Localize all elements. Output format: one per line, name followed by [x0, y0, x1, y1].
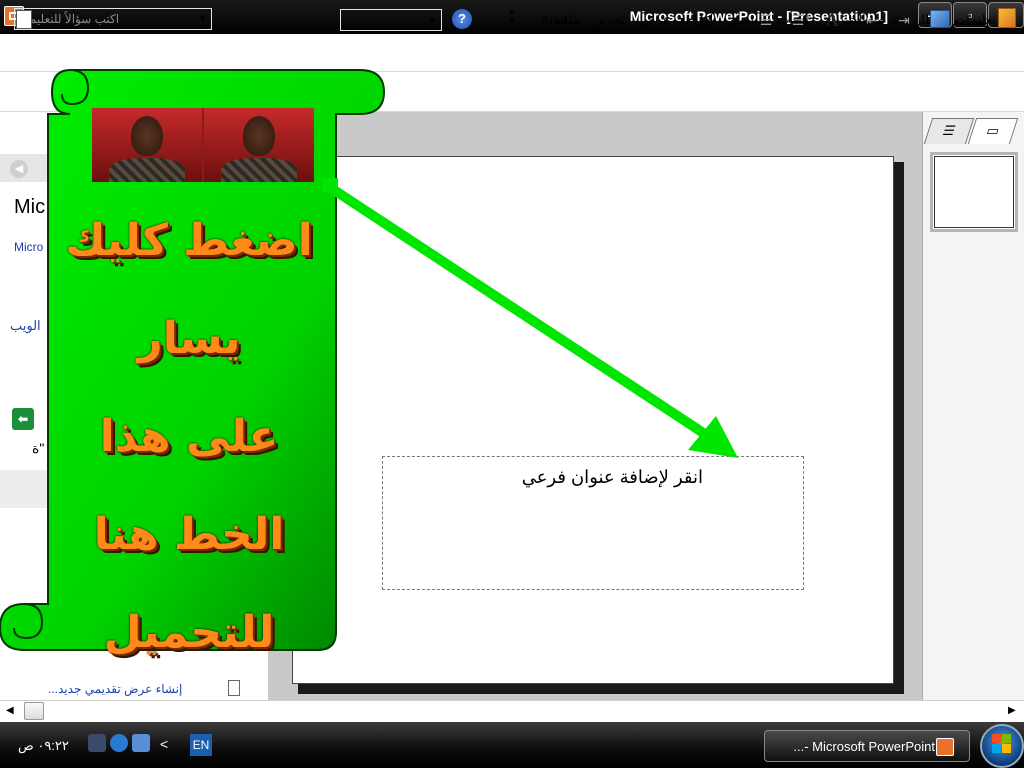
bullets-icon[interactable]: ☰ — [788, 9, 808, 31]
scroll-left-icon[interactable]: ◀ — [6, 705, 14, 716]
font-name-value: Arial — [541, 12, 568, 28]
banner-line-2: على هذا الخط هنا — [93, 411, 285, 560]
subtitle-placeholder-text: انقر لإضافة عنوان فرعي — [521, 467, 703, 487]
design-icon[interactable] — [930, 10, 950, 28]
subtitle-placeholder[interactable]: انقر لإضافة عنوان فرعي — [382, 456, 804, 590]
banner-line-1: اضغط كليك يسار — [65, 215, 313, 364]
show-hidden-icons-chevron-icon[interactable]: < — [160, 736, 168, 752]
font-name-select[interactable]: Arial — [538, 9, 690, 31]
system-tray — [88, 734, 150, 752]
font-dropdown-arrow-icon[interactable]: ▼ — [678, 15, 687, 25]
language-indicator[interactable]: EN — [190, 734, 212, 756]
horizontal-scrollbar[interactable] — [0, 700, 1024, 722]
scrollbar-thumb[interactable] — [24, 702, 44, 720]
increase-indent-icon[interactable]: ⇥ — [894, 9, 914, 31]
new-presentation-icon[interactable] — [228, 680, 240, 696]
connection-icon[interactable] — [132, 734, 150, 752]
design-button[interactable]: تصميم — [952, 13, 987, 29]
document-icon[interactable] — [998, 8, 1016, 28]
help-search-input[interactable]: اكتب سؤالاً للتعليمات — [14, 8, 212, 30]
pointer-arrow-line — [329, 185, 713, 441]
decrease-indent-icon[interactable]: ⇤ — [862, 9, 882, 31]
help-icon[interactable]: ? — [452, 9, 472, 29]
scroll-right-icon[interactable]: ▶ — [1008, 705, 1016, 716]
profile-photo — [92, 108, 314, 182]
font-size-dropdown-arrow-icon[interactable]: ▼ — [731, 15, 740, 25]
banner-text: اضغط كليك يسار على هذا الخط هنا للتحميل — [54, 192, 324, 682]
banner-line-3: للتحميل — [103, 607, 275, 658]
new-document-icon[interactable] — [16, 10, 32, 29]
toolbar-grip-icon[interactable]: ▸ ▾ — [510, 8, 515, 25]
tab-slides[interactable]: ▭ — [967, 118, 1019, 144]
profile-photo-left — [92, 108, 202, 182]
font-size-value: 18 — [698, 12, 713, 28]
taskbar-button-label: ...- Microsoft PowerPoint — [793, 738, 935, 754]
numbering-icon[interactable]: ☰ — [756, 9, 776, 31]
clock[interactable]: ٠٩:٢٢ ص — [18, 738, 69, 754]
new-presentation-link[interactable]: إنشاء عرض تقديمي جديد... — [48, 682, 182, 696]
powerpoint-taskbar-icon — [936, 738, 954, 756]
zoom-dropdown-arrow-icon[interactable]: ▼ — [428, 15, 437, 25]
profile-photo-right — [204, 108, 314, 182]
help-dropdown-arrow-icon[interactable]: ▼ — [198, 13, 207, 23]
tab-outline[interactable]: ☰ — [923, 118, 975, 144]
antivirus-icon[interactable] — [110, 734, 128, 752]
pane-tabs: ☰ ▭ — [923, 118, 1019, 144]
pointer-arrow[interactable] — [320, 168, 750, 468]
windows-logo-icon — [992, 734, 1012, 754]
slide-thumbnail[interactable] — [934, 156, 1014, 228]
increase-font-size-icon[interactable]: A — [822, 9, 842, 31]
network-icon[interactable] — [88, 734, 106, 752]
zoom-select[interactable] — [340, 9, 442, 31]
